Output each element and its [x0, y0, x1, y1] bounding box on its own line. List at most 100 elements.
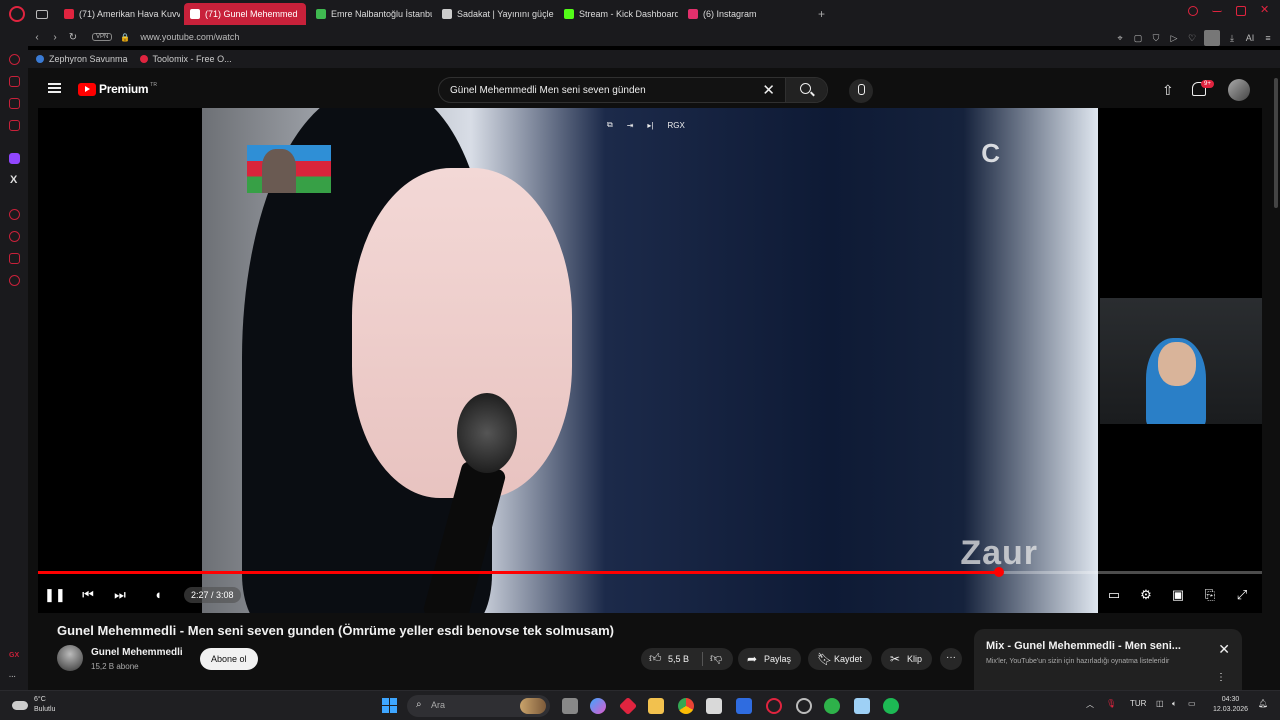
gx-cleaner-icon[interactable] — [9, 98, 20, 109]
rgx-badge[interactable]: RGX — [668, 121, 685, 130]
share-button[interactable]: ➦ Paylaş — [738, 648, 802, 670]
extensions-icon[interactable] — [9, 253, 20, 264]
file-explorer-icon[interactable] — [648, 698, 664, 714]
vpn-badge[interactable]: VPN — [92, 33, 113, 41]
x-twitter-icon[interactable]: X — [10, 174, 17, 186]
search-input[interactable]: Günel Mehemmedli Men seni seven günden — [450, 85, 762, 96]
maximize-icon[interactable] — [1236, 6, 1246, 16]
search-tabs-icon[interactable] — [1188, 6, 1198, 16]
history-icon[interactable] — [9, 231, 20, 242]
back-icon[interactable]: ‹ — [28, 32, 46, 43]
more-actions-button[interactable]: ··· — [940, 648, 962, 670]
mail-icon[interactable] — [736, 698, 752, 714]
taskbar-search[interactable]: ⌕ Ara — [407, 695, 550, 717]
previous-icon[interactable]: ⏮ — [80, 587, 96, 603]
save-button[interactable]: 🔖︎ Kaydet — [808, 648, 873, 670]
channel-name[interactable]: Gunel Mehemmedli — [91, 647, 183, 658]
volume-icon[interactable]: ◖ — [150, 587, 166, 603]
system-clock[interactable]: 04:30 12.03.2026 — [1213, 695, 1248, 715]
microphone-icon[interactable]: 🎙︎ — [1106, 699, 1116, 708]
twitch-icon[interactable] — [9, 153, 20, 164]
copilot-icon[interactable] — [590, 698, 606, 714]
play-icon[interactable]: ▷ — [1168, 32, 1180, 44]
sidebar-more-icon[interactable]: ··· — [9, 674, 16, 681]
heart-icon[interactable]: ♡ — [1186, 32, 1198, 44]
tray-overflow-icon[interactable]: ︿ — [1086, 699, 1094, 710]
pin-icon[interactable]: ⌖ — [1114, 32, 1126, 44]
language-indicator[interactable]: TUR — [1130, 699, 1146, 708]
progress-bar[interactable] — [38, 567, 1262, 577]
progress-scrubber[interactable] — [993, 567, 1004, 577]
gx-corner-icon[interactable] — [9, 76, 20, 87]
search-button[interactable] — [785, 78, 827, 102]
like-count[interactable]: 5,5 B — [668, 648, 689, 670]
browser-tab[interactable]: Stream - Kick Dashboard — [558, 3, 678, 25]
account-avatar[interactable] — [1228, 79, 1250, 101]
channel-avatar[interactable] — [57, 645, 83, 671]
opera-gx-taskbar-icon[interactable] — [766, 698, 782, 714]
profile-avatar[interactable] — [1204, 30, 1220, 46]
voice-search-icon[interactable] — [849, 79, 873, 103]
browser-tab[interactable]: Sadakat | Yayınını güçlend — [436, 3, 554, 25]
youtube-logo[interactable]: Premium TR — [78, 82, 157, 96]
browser-tab[interactable]: (71) Gunel Mehemmed — [184, 3, 306, 25]
subtitles-icon[interactable]: ▭ — [1106, 587, 1122, 603]
dislike-icon[interactable]: 👎︎ — [710, 651, 722, 666]
pause-icon[interactable]: ❚❚ — [44, 587, 66, 603]
search-box[interactable]: Günel Mehemmedli Men seni seven günden ✕ — [438, 77, 828, 103]
clear-search-icon[interactable]: ✕ — [762, 81, 775, 99]
store-icon[interactable] — [706, 698, 722, 714]
minimize-icon[interactable] — [1212, 6, 1222, 12]
app-circle-icon[interactable] — [796, 698, 812, 714]
menu-icon[interactable] — [48, 83, 61, 93]
chrome-icon[interactable] — [678, 698, 694, 714]
player-icon[interactable] — [9, 209, 20, 220]
like-icon[interactable]: 👍︎ — [649, 651, 662, 666]
settings-icon[interactable] — [9, 275, 20, 286]
close-mix-icon[interactable]: ✕ — [1218, 641, 1230, 658]
next-icon[interactable]: ⏭ — [112, 587, 128, 603]
gx-logo-icon[interactable]: GX — [9, 652, 19, 659]
app-green-icon[interactable] — [824, 698, 840, 714]
upload-icon[interactable]: ⇧ — [1162, 82, 1174, 99]
clip-button[interactable]: ✂ Klip — [881, 648, 933, 670]
browser-tab[interactable]: (6) Instagram — [682, 3, 804, 25]
fullscreen-icon[interactable]: ⤢ — [1234, 587, 1250, 603]
url-field[interactable]: www.youtube.com/watch — [140, 32, 239, 42]
app-red-icon[interactable] — [618, 696, 638, 716]
detach-icon[interactable]: ⇥ — [627, 121, 634, 130]
forward-icon[interactable]: › — [46, 32, 64, 43]
miniplayer-icon[interactable]: ▣ — [1170, 587, 1186, 603]
start-icon[interactable] — [382, 698, 397, 713]
cast-icon[interactable]: ⎘ — [1202, 587, 1218, 603]
subscribe-button[interactable]: Abone ol — [200, 648, 258, 670]
reload-icon[interactable]: ↻ — [64, 32, 82, 43]
page-scrollbar[interactable] — [1274, 78, 1278, 208]
browser-tab[interactable]: (71) Amerikan Hava Kuvve — [58, 3, 180, 25]
notification-center-icon[interactable]: 🔔︎ — [1258, 699, 1268, 708]
next-track-icon[interactable]: ▸| — [647, 121, 653, 130]
easy-setup-icon[interactable]: ≡ — [1262, 32, 1274, 44]
spotify-icon[interactable] — [883, 698, 899, 714]
speaker-icon[interactable]: 🔈︎ — [1172, 699, 1177, 709]
wifi-icon[interactable]: ◫ — [1156, 699, 1164, 708]
settings-gear-icon[interactable]: ⚙ — [1138, 587, 1154, 603]
task-view-icon[interactable] — [562, 698, 578, 714]
close-window-icon[interactable]: ✕ — [1260, 5, 1270, 16]
battery-icon[interactable]: ▭ — [1188, 699, 1196, 708]
lock-icon[interactable]: 🔒 — [120, 33, 130, 42]
bookmark-toolomix[interactable]: Toolomix - Free O... — [139, 54, 232, 64]
bookmark-zephyron[interactable]: Zephyron Savunma — [36, 54, 128, 64]
video-player[interactable]: C Zaur ⧉ ⇥ ▸| RGX ❚❚ ⏮ ⏭ ◖ 2:27 / 3:08 ▭… — [38, 108, 1262, 613]
shield-icon[interactable]: ⛉ — [1150, 32, 1162, 44]
download-icon[interactable]: ⤓ — [1226, 32, 1238, 44]
notepad-icon[interactable] — [854, 698, 870, 714]
messenger-icon[interactable] — [9, 120, 20, 131]
aria-ai-icon[interactable]: AI — [1244, 32, 1256, 44]
video-frame[interactable]: C Zaur ⧉ ⇥ ▸| RGX — [202, 108, 1098, 613]
mix-title[interactable]: Mix - Gunel Mehemmedli - Men seni... — [986, 640, 1208, 652]
snapshot-icon[interactable]: ▢ — [1132, 32, 1144, 44]
opera-menu-icon[interactable] — [9, 6, 25, 22]
mix-menu-icon[interactable]: ⋮ — [1216, 672, 1226, 683]
new-tab-icon[interactable]: + — [818, 7, 825, 21]
